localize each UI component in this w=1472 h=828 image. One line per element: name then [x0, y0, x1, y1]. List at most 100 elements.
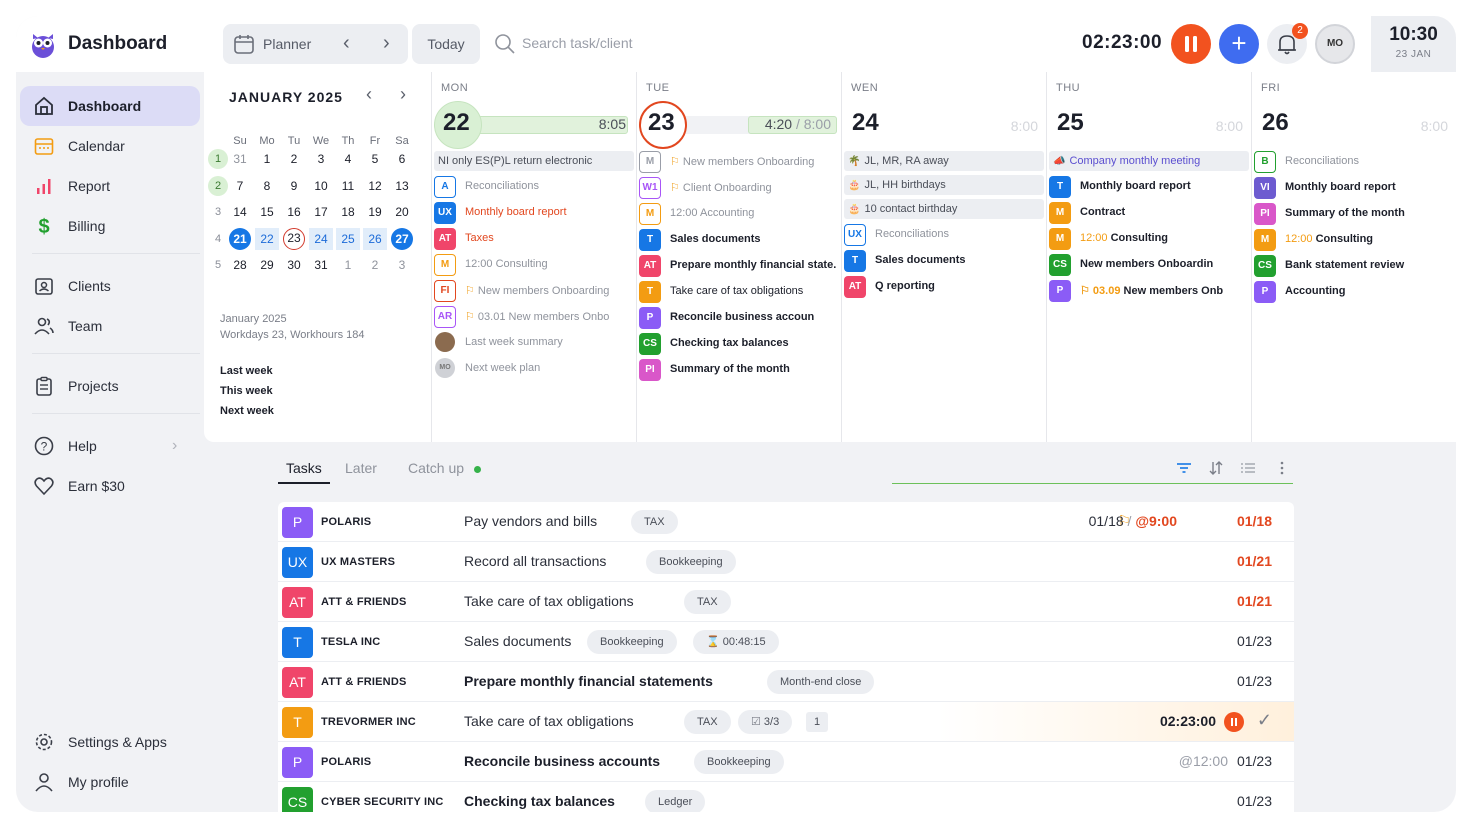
planner-task[interactable]: AR ⚐ 03.01 New members Onbo	[434, 306, 635, 328]
calendar-day[interactable]: 23	[283, 227, 305, 250]
task-title[interactable]: Checking tax balances	[464, 793, 615, 809]
task-tag[interactable]: Bookkeeping	[646, 550, 736, 574]
planner-task[interactable]: AT Q reporting	[844, 276, 1045, 298]
client-name[interactable]: ATT & FRIENDS	[321, 676, 407, 688]
calendar-day[interactable]: 19	[363, 201, 387, 223]
client-name[interactable]: UX MASTERS	[321, 556, 395, 568]
calendar-day[interactable]: 17	[309, 201, 333, 223]
calendar-day[interactable]: 22	[255, 227, 279, 250]
calendar-day[interactable]: 15	[255, 201, 279, 223]
calendar-day[interactable]: 25	[336, 227, 360, 250]
planner-task[interactable]: P ⚐ 03.09 New members Onb	[1049, 280, 1250, 302]
calendar-day[interactable]: 12	[363, 175, 387, 197]
planner-task[interactable]: PI Summary of the month	[639, 359, 840, 381]
task-tag[interactable]: ⌛ 00:48:15	[693, 630, 779, 654]
tab-catch-up[interactable]: Catch up	[408, 460, 464, 476]
calendar-day[interactable]: 24	[309, 227, 333, 250]
calendar-day[interactable]: 20	[390, 201, 414, 223]
task-row[interactable]: CS CYBER SECURITY INC Checking tax balance…	[278, 782, 1294, 812]
day-column-fri[interactable]: FRI 26 8:00 B Reconciliations VI Monthly board…	[1251, 72, 1456, 442]
calendar-day[interactable]: 14	[228, 201, 252, 223]
task-tag[interactable]: ☑ 3/3	[738, 710, 793, 734]
planner-task[interactable]: B Reconciliations	[1254, 151, 1455, 173]
mini-next-month-button[interactable]: ›	[400, 84, 406, 105]
task-tag[interactable]: Ledger	[645, 790, 706, 812]
quick-next-week[interactable]: Next week	[220, 405, 274, 417]
client-name[interactable]: POLARIS	[321, 516, 371, 528]
planner-task[interactable]: T Sales documents	[639, 229, 840, 251]
calendar-day[interactable]: 18	[336, 201, 360, 223]
calendar-day[interactable]: 10	[309, 175, 333, 197]
task-title[interactable]: Pay vendors and bills	[464, 513, 597, 529]
calendar-event[interactable]: 🎂 JL, HH birthdays	[844, 175, 1044, 195]
planner-task[interactable]: PI Summary of the month	[1254, 203, 1455, 225]
client-name[interactable]: TESLA INC	[321, 636, 380, 648]
planner-task[interactable]: T Take care of tax obligations	[639, 281, 840, 303]
complete-check-icon[interactable]: ✓	[1257, 710, 1272, 731]
calendar-day[interactable]: 31	[309, 254, 333, 276]
sidebar-item-clients[interactable]: Clients	[20, 266, 200, 306]
sidebar-item-earn[interactable]: Earn $30	[20, 466, 200, 506]
calendar-day[interactable]: 16	[282, 201, 306, 223]
calendar-day[interactable]: 31	[228, 148, 252, 170]
planner-task[interactable]: M 12:00 Consulting	[434, 254, 635, 276]
sidebar-item-report[interactable]: Report	[20, 166, 200, 206]
client-name[interactable]: POLARIS	[321, 756, 371, 768]
calendar-event[interactable]: 🎂 10 contact birthday	[844, 199, 1044, 219]
task-row[interactable]: AT ATT & FRIENDS Prepare monthly financial…	[278, 662, 1294, 702]
calendar-event[interactable]: 🌴 JL, MR, RA away	[844, 151, 1044, 171]
task-tag[interactable]: 1	[806, 712, 829, 732]
client-name[interactable]: ATT & FRIENDS	[321, 596, 407, 608]
calendar-day[interactable]: 13	[390, 175, 414, 197]
planner-task[interactable]: P Accounting	[1254, 281, 1455, 303]
task-row[interactable]: UX UX MASTERS Record all transactions Bookk…	[278, 542, 1294, 582]
day-column-tue[interactable]: TUE 4:20 / 8:00 23 M ⚐ New members Onboardin…	[636, 72, 841, 442]
calendar-day[interactable]: 28	[228, 254, 252, 276]
day-column-mon[interactable]: MON 8:05 22 NI only ES(P)L return electroni…	[431, 72, 636, 442]
planner-task[interactable]: M Contract	[1049, 202, 1250, 224]
calendar-day[interactable]: 27	[391, 227, 413, 250]
task-title[interactable]: Record all transactions	[464, 553, 606, 569]
task-row[interactable]: AT ATT & FRIENDS Take care of tax obligati…	[278, 582, 1294, 622]
sidebar-item-dashboard[interactable]: Dashboard	[20, 86, 200, 126]
day-column-thu[interactable]: THU 25 8:00 📣 Company monthly meeting T Monthl…	[1046, 72, 1251, 442]
calendar-day[interactable]: 4	[336, 148, 360, 170]
planner-task[interactable]: M 12:00 Consulting	[1254, 229, 1455, 251]
calendar-day[interactable]: 9	[282, 175, 306, 197]
calendar-day[interactable]: 1	[255, 148, 279, 170]
quick-this-week[interactable]: This week	[220, 385, 273, 397]
planner-task[interactable]: A Reconciliations	[434, 176, 635, 198]
sort-icon[interactable]	[1208, 460, 1224, 476]
sidebar-item-billing[interactable]: $ Billing	[20, 206, 200, 246]
task-tag[interactable]: Bookkeeping	[587, 630, 677, 654]
day-column-wen[interactable]: WEN 24 8:00 🌴 JL, MR, RA away 🎂 JL, HH birthda…	[841, 72, 1046, 442]
calendar-event[interactable]: 📣 Company monthly meeting	[1049, 151, 1249, 171]
planner-task[interactable]: FI ⚐ New members Onboarding	[434, 280, 635, 302]
calendar-day[interactable]: 8	[255, 175, 279, 197]
today-button[interactable]: Today	[412, 24, 480, 64]
client-name[interactable]: TREVORMER INC	[321, 716, 416, 728]
tab-later[interactable]: Later	[345, 460, 377, 476]
task-row[interactable]: T TREVORMER INC Take care of tax obligatio…	[278, 702, 1294, 742]
prev-week-button[interactable]: ‹	[343, 32, 350, 55]
task-tag[interactable]: TAX	[684, 710, 731, 734]
calendar-day[interactable]: 1	[336, 254, 360, 276]
planner-task[interactable]: CS New members Onboardin	[1049, 254, 1250, 276]
sidebar-item-projects[interactable]: Projects	[20, 366, 200, 406]
calendar-day[interactable]: 30	[282, 254, 306, 276]
planner-task[interactable]: M ⚐ New members Onboarding	[639, 151, 840, 173]
planner-task[interactable]: CS Bank statement review	[1254, 255, 1455, 277]
calendar-day[interactable]: 2	[282, 148, 306, 170]
planner-task[interactable]: VI Monthly board report	[1254, 177, 1455, 199]
task-title[interactable]: Prepare monthly financial statements	[464, 673, 713, 689]
task-tag[interactable]: TAX	[684, 590, 731, 614]
list-view-icon[interactable]	[1240, 460, 1256, 476]
sidebar-item-profile[interactable]: My profile	[20, 762, 200, 802]
pause-task-button[interactable]	[1224, 712, 1244, 732]
client-name[interactable]: CYBER SECURITY INC	[321, 796, 444, 808]
calendar-day[interactable]: 2	[363, 254, 387, 276]
task-row[interactable]: T TESLA INC Sales documents Bookkeeping ⌛ 00…	[278, 622, 1294, 662]
calendar-day[interactable]: 11	[336, 175, 360, 197]
calendar-day[interactable]: 21	[229, 227, 251, 250]
calendar-day[interactable]: 3	[309, 148, 333, 170]
